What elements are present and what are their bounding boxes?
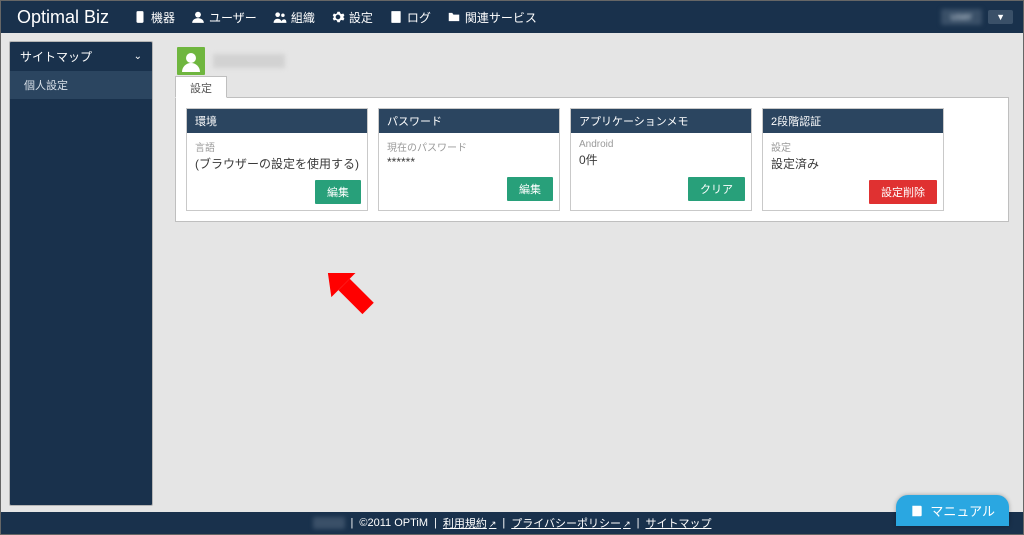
nav-right: user ▼ bbox=[941, 9, 1013, 25]
nav-label: 設定 bbox=[349, 9, 373, 26]
card-header: 2段階認証 bbox=[763, 109, 943, 133]
device-icon bbox=[133, 10, 147, 24]
nav-item-org[interactable]: 組織 bbox=[265, 1, 323, 33]
external-link-icon: ↗ bbox=[623, 519, 631, 529]
nav-label: ユーザー bbox=[209, 9, 257, 26]
card-two-factor: 2段階認証 設定 設定済み 設定削除 bbox=[762, 108, 944, 211]
footer-link-privacy[interactable]: プライバシーポリシー↗ bbox=[511, 515, 630, 531]
field-label: 設定 bbox=[771, 139, 935, 154]
user-icon bbox=[191, 10, 205, 24]
book-icon bbox=[910, 504, 924, 518]
org-icon bbox=[273, 10, 287, 24]
user-name-placeholder bbox=[213, 54, 285, 68]
folder-icon bbox=[447, 10, 461, 24]
card-password: パスワード 現在のパスワード ****** 編集 bbox=[378, 108, 560, 211]
card-header: アプリケーションメモ bbox=[571, 109, 751, 133]
field-value: ****** bbox=[387, 155, 551, 169]
chevron-down-icon: ⌄ bbox=[134, 51, 142, 62]
sidebar-section-sitemap[interactable]: サイトマップ ⌄ bbox=[10, 42, 152, 71]
nav-label: 組織 bbox=[291, 9, 315, 26]
edit-env-button[interactable]: 編集 bbox=[315, 180, 361, 204]
clear-appmemo-button[interactable]: クリア bbox=[688, 177, 745, 201]
field-label: 言語 bbox=[195, 139, 359, 154]
main-content: 設定 環境 言語 (ブラウザーの設定を使用する) 編集 bbox=[161, 33, 1023, 514]
footer-link-sitemap[interactable]: サイトマップ bbox=[645, 515, 711, 531]
sidebar-title: サイトマップ bbox=[20, 48, 92, 65]
nav-label: ログ bbox=[407, 9, 431, 26]
card-app-memo: アプリケーションメモ Android 0件 クリア bbox=[570, 108, 752, 211]
nav-label: 関連サービス bbox=[465, 9, 537, 26]
brand-logo: Optimal Biz bbox=[17, 7, 109, 28]
nav-label: 機器 bbox=[151, 9, 175, 26]
gear-icon bbox=[331, 10, 345, 24]
footer-version-placeholder bbox=[313, 517, 345, 529]
footer: | ©2011 OPTiM | 利用規約↗ | プライバシーポリシー↗ | サイ… bbox=[1, 512, 1023, 534]
nav-item-device[interactable]: 機器 bbox=[125, 1, 183, 33]
current-user-chip[interactable]: user bbox=[941, 9, 982, 25]
tab-settings[interactable]: 設定 bbox=[175, 76, 227, 98]
field-value: 設定済み bbox=[771, 155, 935, 172]
delete-twofa-button[interactable]: 設定削除 bbox=[869, 180, 937, 204]
field-value: (ブラウザーの設定を使用する) bbox=[195, 155, 359, 172]
account-menu[interactable]: ▼ bbox=[988, 10, 1013, 24]
log-icon bbox=[389, 10, 403, 24]
card-header: パスワード bbox=[379, 109, 559, 133]
nav-item-settings[interactable]: 設定 bbox=[323, 1, 381, 33]
chevron-down-icon: ▼ bbox=[996, 12, 1005, 22]
footer-link-terms[interactable]: 利用規約↗ bbox=[443, 515, 497, 531]
avatar-icon bbox=[177, 47, 205, 75]
field-label: 現在のパスワード bbox=[387, 139, 551, 154]
settings-panel: 設定 環境 言語 (ブラウザーの設定を使用する) 編集 bbox=[175, 97, 1009, 222]
card-environment: 環境 言語 (ブラウザーの設定を使用する) 編集 bbox=[186, 108, 368, 211]
top-nav: Optimal Biz 機器 ユーザー 組織 設定 ログ bbox=[1, 1, 1023, 33]
sidebar-item-label: 個人設定 bbox=[24, 80, 68, 92]
nav-item-log[interactable]: ログ bbox=[381, 1, 439, 33]
nav-item-related[interactable]: 関連サービス bbox=[439, 1, 545, 33]
sidebar-item-personal-settings[interactable]: 個人設定 bbox=[10, 71, 152, 99]
page-user-heading bbox=[177, 47, 1009, 75]
tab-label: 設定 bbox=[190, 83, 212, 95]
field-value: 0件 bbox=[579, 151, 743, 168]
field-label: Android bbox=[579, 139, 743, 150]
nav-item-user[interactable]: ユーザー bbox=[183, 1, 265, 33]
manual-button-label: マニュアル bbox=[930, 501, 995, 520]
footer-copyright: ©2011 OPTiM bbox=[359, 517, 428, 529]
sidebar: サイトマップ ⌄ 個人設定 bbox=[1, 33, 161, 514]
external-link-icon: ↗ bbox=[489, 519, 497, 529]
edit-password-button[interactable]: 編集 bbox=[507, 177, 553, 201]
manual-button[interactable]: マニュアル bbox=[896, 495, 1009, 526]
card-header: 環境 bbox=[187, 109, 367, 133]
nav-items: 機器 ユーザー 組織 設定 ログ 関連サービス bbox=[125, 1, 545, 33]
